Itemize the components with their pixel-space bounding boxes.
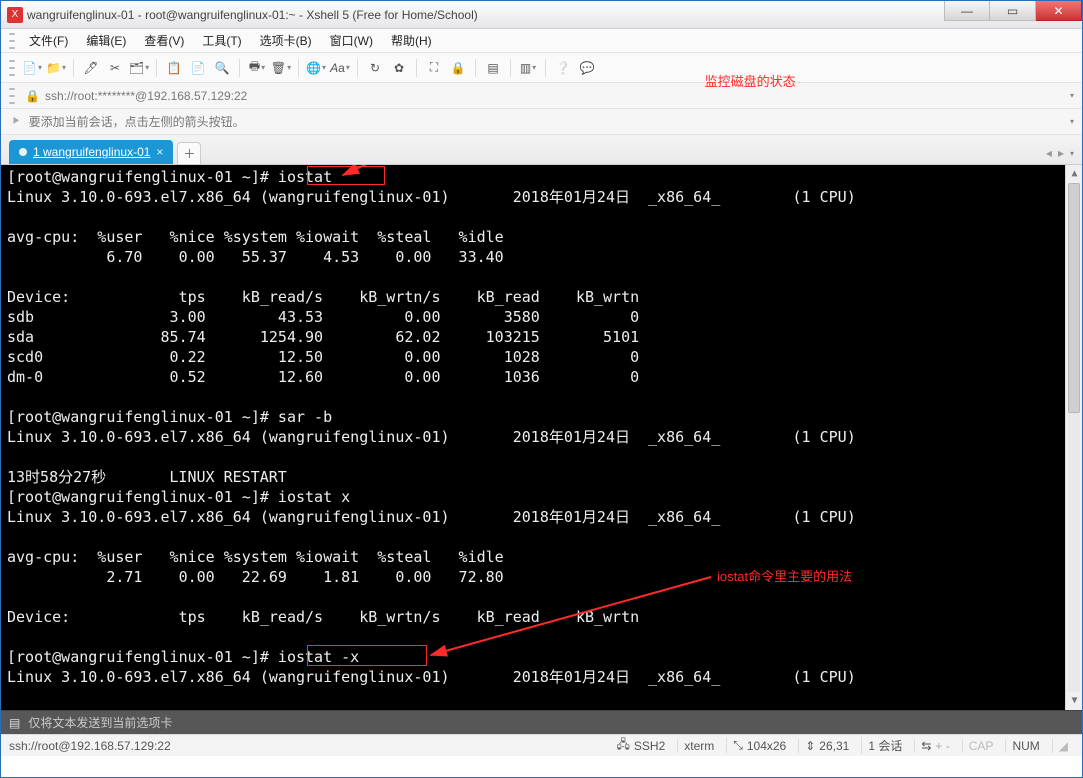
menu-edit[interactable]: 编辑(E) bbox=[78, 29, 134, 52]
annotation-arrow-1-icon bbox=[333, 165, 473, 186]
status-cursor: 26,31 bbox=[819, 739, 849, 753]
status-protocol: SSH2 bbox=[634, 739, 665, 753]
tab-nav-left-icon[interactable]: ◂ bbox=[1046, 146, 1052, 160]
copy-button[interactable]: 📋 bbox=[163, 57, 185, 79]
disconnect-button[interactable]: ✂ bbox=[104, 57, 126, 79]
status-term: xterm bbox=[684, 739, 714, 753]
encoding-button[interactable]: 🌐▾ bbox=[305, 57, 327, 79]
cursor-pos-icon: ⇕ bbox=[805, 739, 815, 753]
scroll-thumb[interactable] bbox=[1068, 183, 1080, 413]
send-bar-label: 仅将文本发送到当前选项卡 bbox=[28, 714, 172, 731]
toolbar-grip-icon bbox=[9, 60, 15, 76]
status-numlock: NUM bbox=[1012, 739, 1039, 753]
status-arrows: + - bbox=[935, 739, 949, 753]
status-bar: ssh://root@192.168.57.129:22 🖧 SSH2 xterm… bbox=[1, 734, 1082, 756]
terminal[interactable]: [root@wangruifenglinux-01 ~]# iostat Lin… bbox=[1, 165, 1082, 710]
status-connection: ssh://root@192.168.57.129:22 bbox=[9, 739, 171, 753]
status-resize-grip-icon[interactable]: ◢ bbox=[1059, 739, 1068, 753]
address-dropdown-icon[interactable]: ▾ bbox=[1070, 91, 1074, 100]
address-bar: 🔒 ssh://root:********@192.168.57.129:22 … bbox=[1, 83, 1082, 109]
annotation-1: 监控磁盘的状态 bbox=[705, 71, 796, 90]
menu-grip-icon bbox=[9, 33, 15, 49]
help-button[interactable]: ❔ bbox=[552, 57, 574, 79]
print-button[interactable]: 🖶▾ bbox=[246, 57, 268, 79]
about-button[interactable]: 💬 bbox=[576, 57, 598, 79]
tab-add-button[interactable]: ＋ bbox=[177, 142, 201, 164]
find-button[interactable]: 🔍 bbox=[211, 57, 233, 79]
lock-scroll-button[interactable]: 🔒 bbox=[447, 57, 469, 79]
resize-icon: ⤡ bbox=[733, 738, 743, 753]
terminal-scrollbar[interactable]: ▲ ▼ bbox=[1065, 165, 1082, 710]
menu-view[interactable]: 查看(V) bbox=[136, 29, 192, 52]
menu-help[interactable]: 帮助(H) bbox=[383, 29, 440, 52]
info-dropdown-icon[interactable]: ▾ bbox=[1070, 117, 1074, 126]
session-tabs: 1 wangruifenglinux-01 × ＋ ◂ ▸ ▾ bbox=[1, 135, 1082, 165]
scroll-up-icon[interactable]: ▲ bbox=[1066, 165, 1082, 183]
app-icon: X bbox=[7, 7, 23, 23]
refresh-button[interactable]: ↻ bbox=[364, 57, 386, 79]
minimize-button[interactable]: — bbox=[944, 1, 990, 21]
tab-close-icon[interactable]: × bbox=[156, 145, 163, 159]
status-size: 104x26 bbox=[747, 739, 786, 753]
network-icon: 🖧 bbox=[617, 735, 630, 756]
lock-icon: 🔒 bbox=[25, 89, 39, 103]
new-session-button[interactable]: 📄▾ bbox=[21, 57, 43, 79]
properties-button[interactable]: 🗂▾ bbox=[128, 57, 150, 79]
window-title: wangruifenglinux-01 - root@wangruifengli… bbox=[27, 8, 478, 22]
send-mode-icon[interactable]: ▤ bbox=[9, 716, 20, 730]
status-sessions: 1 会话 bbox=[868, 737, 902, 754]
address-grip-icon bbox=[9, 88, 15, 104]
app-window: X wangruifenglinux-01 - root@wangruifeng… bbox=[0, 0, 1083, 778]
close-button[interactable]: ✕ bbox=[1036, 1, 1082, 21]
menu-bar: 文件(F) 编辑(E) 查看(V) 工具(T) 选项卡(B) 窗口(W) 帮助(… bbox=[1, 29, 1082, 53]
tile-horizontal-button[interactable]: ▤ bbox=[482, 57, 504, 79]
view-mode-button[interactable]: ▥▾ bbox=[517, 57, 539, 79]
session-tab-1[interactable]: 1 wangruifenglinux-01 × bbox=[9, 140, 173, 164]
tab-label: 1 wangruifenglinux-01 bbox=[33, 145, 150, 159]
info-hint: 要添加当前会话，点击左侧的箭头按钮。 bbox=[29, 113, 245, 130]
send-bar: ▤ 仅将文本发送到当前选项卡 bbox=[1, 710, 1082, 734]
reconnect-button[interactable]: 🖊 bbox=[80, 57, 102, 79]
menu-tabs[interactable]: 选项卡(B) bbox=[252, 29, 320, 52]
menu-file[interactable]: 文件(F) bbox=[21, 29, 76, 52]
maximize-button[interactable]: ▭ bbox=[990, 1, 1036, 21]
scroll-down-icon[interactable]: ▼ bbox=[1066, 692, 1082, 710]
tab-dirty-dot-icon bbox=[19, 148, 27, 156]
xagent-button[interactable]: ✿ bbox=[388, 57, 410, 79]
tab-nav-right-icon[interactable]: ▸ bbox=[1058, 146, 1064, 160]
info-bar: ⯈ 要添加当前会话，点击左侧的箭头按钮。 监控磁盘的状态 ▾ bbox=[1, 109, 1082, 135]
log-button[interactable]: 🗑▾ bbox=[270, 57, 292, 79]
annotation-2: iostat命令里主要的用法 bbox=[717, 567, 852, 587]
tab-list-dropdown-icon[interactable]: ▾ bbox=[1070, 149, 1074, 158]
title-bar: X wangruifenglinux-01 - root@wangruifeng… bbox=[1, 1, 1082, 29]
menu-window[interactable]: 窗口(W) bbox=[322, 29, 381, 52]
open-folder-button[interactable]: 📁▾ bbox=[45, 57, 67, 79]
address-text[interactable]: ssh://root:********@192.168.57.129:22 bbox=[45, 89, 247, 103]
fullscreen-button[interactable]: ⛶ bbox=[423, 57, 445, 79]
menu-tools[interactable]: 工具(T) bbox=[194, 29, 249, 52]
paste-button[interactable]: 📄 bbox=[187, 57, 209, 79]
status-capslock: CAP bbox=[969, 739, 994, 753]
nav-arrows-icon: ⇆ bbox=[921, 739, 931, 753]
font-button[interactable]: Aa▾ bbox=[329, 57, 351, 79]
tool-bar: 📄▾ 📁▾ 🖊 ✂ 🗂▾ 📋 📄 🔍 🖶▾ 🗑▾ 🌐▾ Aa▾ ↻ ✿ ⛶ 🔒 … bbox=[1, 53, 1082, 83]
add-session-icon[interactable]: ⯈ bbox=[9, 114, 23, 129]
